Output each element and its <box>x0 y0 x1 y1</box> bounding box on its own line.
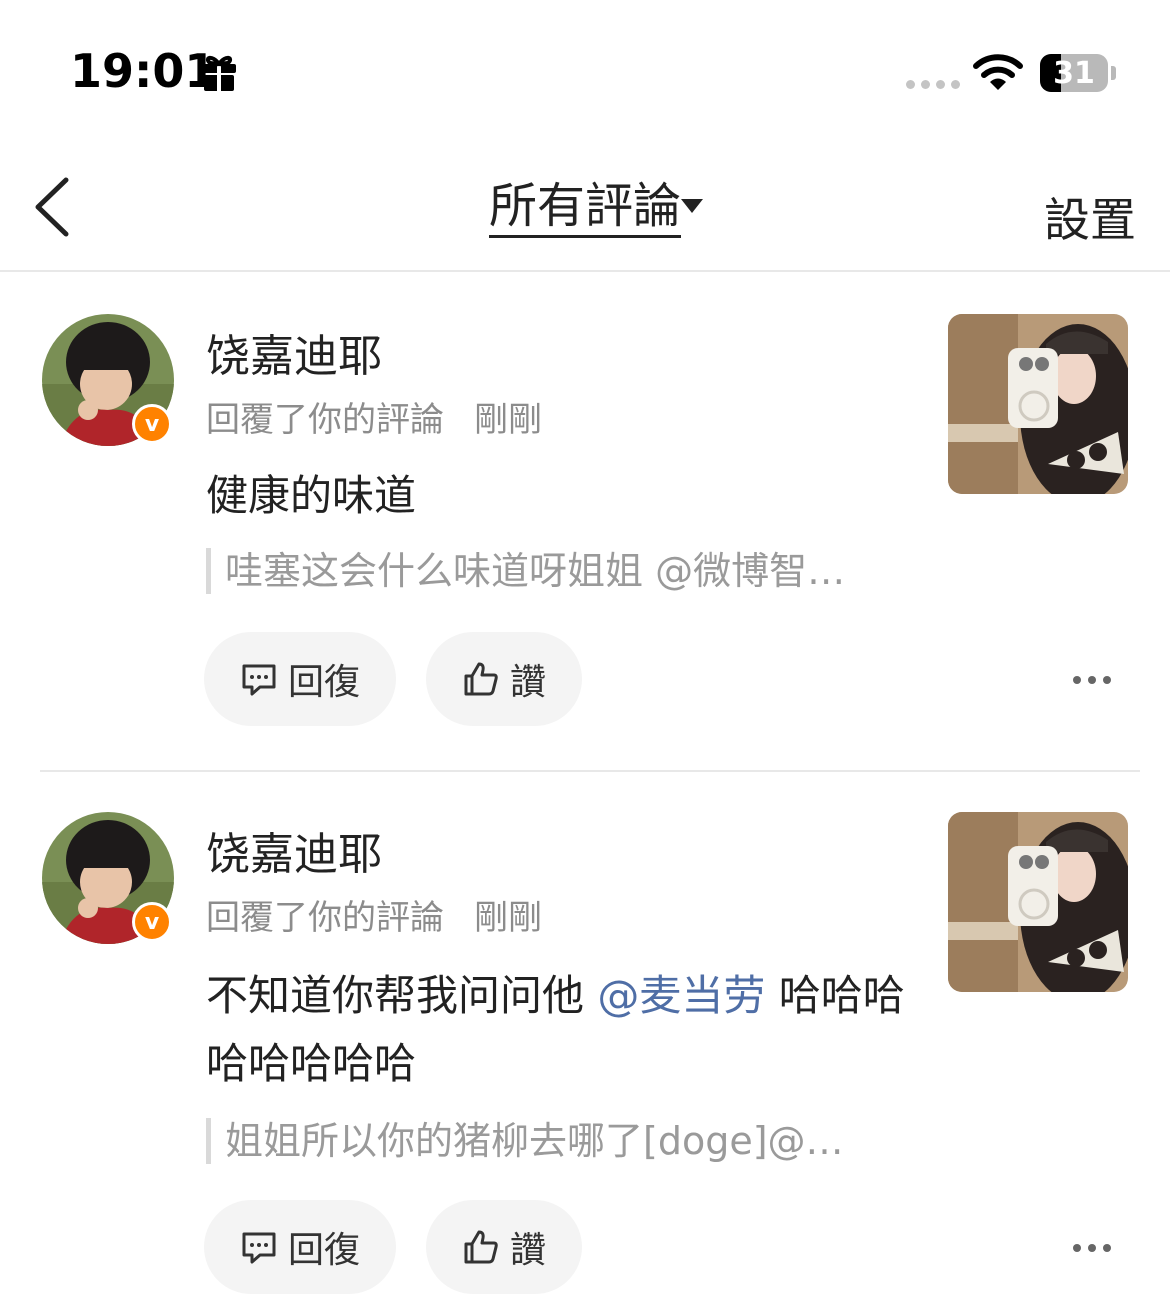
settings-button[interactable]: 設置 <box>1044 184 1136 250</box>
reply-button[interactable]: 回復 <box>204 632 396 726</box>
verified-badge-icon: v <box>132 902 172 942</box>
comment-content: 健康的味道 <box>206 471 417 520</box>
comment-action: 回覆了你的評論 <box>206 400 444 440</box>
reply-label: 回復 <box>287 1230 360 1271</box>
comment-item: v 饶嘉迪耶 回覆了你的評論 剛剛 不知道你帮我问问他 @麦当劳 哈哈哈哈哈哈哈哈… <box>0 772 1170 1306</box>
reply-button[interactable]: 回復 <box>204 1200 396 1294</box>
battery-icon: 31 <box>1040 54 1108 92</box>
comment-icon <box>242 664 276 696</box>
verified-badge-icon: v <box>132 404 172 444</box>
status-bar: 19:01 31 <box>0 0 1170 140</box>
quoted-comment[interactable]: 哇塞这会什么味道呀姐姐 @微博智… <box>206 548 896 594</box>
post-thumbnail[interactable] <box>948 812 1128 992</box>
comment-item: v 饶嘉迪耶 回覆了你的評論 剛剛 健康的味道 哇塞这会什么味道呀姐姐 @微博智…… <box>0 272 1170 772</box>
post-thumbnail[interactable] <box>948 314 1128 494</box>
gift-icon <box>202 55 236 91</box>
comment-meta: 回覆了你的評論 剛剛 <box>206 890 542 939</box>
comment-action: 回覆了你的評論 <box>206 898 444 938</box>
thumbs-up-icon <box>464 1230 498 1264</box>
page-title-dropdown[interactable]: 所有評論 <box>488 178 681 238</box>
comment-username[interactable]: 饶嘉迪耶 <box>206 818 382 882</box>
like-button[interactable]: 讚 <box>426 1200 582 1294</box>
quoted-comment[interactable]: 姐姐所以你的猪柳去哪了[doge]@… <box>206 1118 896 1164</box>
like-label: 讚 <box>509 1230 546 1271</box>
battery-cap <box>1111 66 1116 80</box>
thumbs-up-icon <box>464 662 498 696</box>
signal-dots-icon <box>906 80 960 89</box>
battery-level: 31 <box>1053 55 1095 91</box>
caret-down-icon[interactable] <box>680 198 704 214</box>
mention-link[interactable]: @麦当劳 <box>597 971 765 1020</box>
content-text: 不知道你帮我问问他 <box>206 971 598 1020</box>
comment-meta: 回覆了你的評論 剛剛 <box>206 392 542 441</box>
comment-time: 剛剛 <box>474 400 542 440</box>
comment-time: 剛剛 <box>474 898 542 938</box>
more-icon[interactable] <box>1072 1242 1112 1254</box>
wifi-icon <box>973 54 1023 90</box>
status-time: 19:01 <box>70 44 217 98</box>
comment-username[interactable]: 饶嘉迪耶 <box>206 320 382 384</box>
like-label: 讚 <box>509 662 546 703</box>
more-icon[interactable] <box>1072 674 1112 686</box>
reply-label: 回復 <box>287 662 360 703</box>
nav-bar: 所有評論 設置 <box>0 140 1170 272</box>
comment-content: 不知道你帮我问问他 @麦当劳 哈哈哈哈哈哈哈哈 <box>206 962 926 1098</box>
comment-icon <box>242 1232 276 1264</box>
like-button[interactable]: 讚 <box>426 632 582 726</box>
